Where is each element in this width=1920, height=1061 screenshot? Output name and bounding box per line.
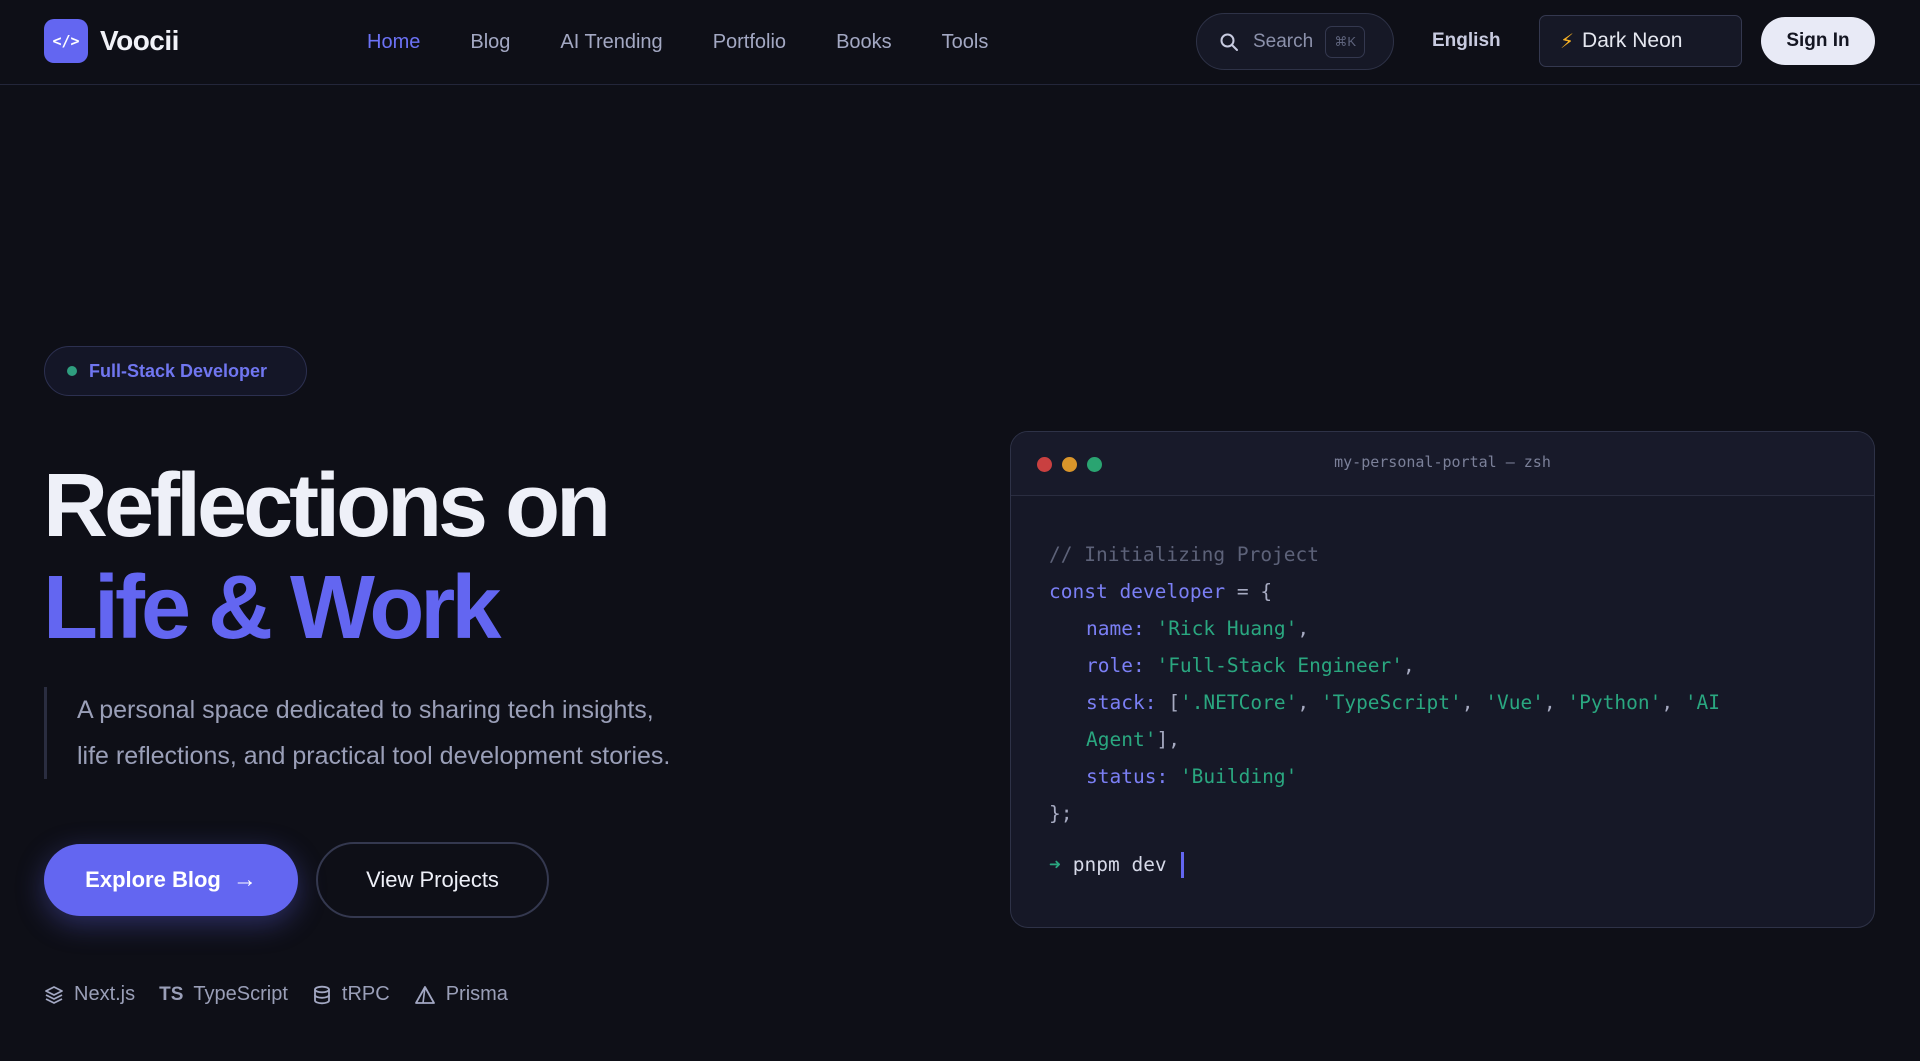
nav-item-portfolio[interactable]: Portfolio [713,31,786,54]
code-string: 'Rick Huang' [1156,617,1298,640]
tech-item-trpc: tRPC [312,983,390,1006]
code-line-stack-wrap: Agent'], [1086,728,1180,751]
code-string: 'AI [1684,691,1721,714]
nav-item-home[interactable]: Home [367,31,420,54]
typescript-icon: TS [159,983,184,1005]
code-line-status: status: 'Building' [1049,758,1836,795]
language-switcher[interactable]: English [1432,30,1501,52]
tech-label: Next.js [74,983,136,1005]
code-punctuation: = { [1225,580,1273,603]
code-icon: </> [44,19,88,63]
description-line-2: life reflections, and practical tool dev… [77,742,671,770]
top-navigation-bar: </> Voocii Home Blog AI Trending Portfol… [0,0,1920,85]
sign-in-button[interactable]: Sign In [1761,17,1875,65]
code-line-role: role: 'Full-Stack Engineer', [1086,654,1415,677]
explore-blog-label: Explore Blog [85,867,221,892]
code-key: name: [1086,617,1145,640]
code-string: 'Python' [1567,691,1662,714]
code-string: Agent' [1086,728,1157,751]
main-nav: Home Blog AI Trending Portfolio Books To… [367,0,1038,84]
code-key: role: [1086,654,1145,677]
code-line-close: }; [1049,802,1073,825]
tech-item-prisma: Prisma [414,983,508,1006]
tech-label: TypeScript [193,983,288,1005]
hero-headline: Reflections on Life & Work [43,455,611,659]
code-comment: // Initializing Project [1049,543,1320,566]
role-badge: Full-Stack Developer [44,346,307,396]
nav-item-books[interactable]: Books [836,31,892,54]
terminal-code: // Initializing Project const developer … [1011,496,1874,923]
tech-item-typescript: TS TypeScript [159,983,288,1006]
prompt-arrow-icon: ➜ [1049,853,1061,876]
keyboard-shortcut-badge: ⌘K [1325,25,1366,58]
code-string: 'Vue' [1485,691,1544,714]
text-cursor [1180,851,1184,878]
lightning-icon: ⚡ [1560,30,1575,53]
nav-item-ai-trending[interactable]: AI Trending [560,31,662,54]
code-string: 'TypeScript' [1320,691,1462,714]
code-string: 'Full-Stack Engineer' [1156,654,1403,677]
nav-item-blog[interactable]: Blog [470,31,510,54]
view-projects-button[interactable]: View Projects [316,842,549,918]
code-key: status: [1086,765,1169,788]
code-line-name: name: 'Rick Huang', [1086,617,1310,640]
status-dot-icon [67,366,77,376]
brand-name: Voocii [100,25,179,56]
tech-item-nextjs: Next.js [44,983,135,1006]
code-keyword: const [1049,580,1108,603]
terminal-title-bar: my-personal-portal — zsh [1011,432,1874,496]
brand[interactable]: </> Voocii [44,19,179,63]
search-label: Search [1253,30,1314,52]
tech-stack-list: Next.js TS TypeScript tRPC Prisma [44,983,532,1006]
code-line-declaration: const developer = { [1049,573,1836,610]
theme-selector[interactable]: ⚡ Dark Neon [1539,15,1742,67]
code-line-stack: stack: ['.NETCore', 'TypeScript', 'Vue',… [1086,691,1721,714]
role-badge-label: Full-Stack Developer [89,360,268,381]
headline-line-1: Reflections on [43,456,611,556]
tech-label: tRPC [341,983,390,1005]
explore-blog-button[interactable]: Explore Blog → [44,844,298,916]
description-line-1: A personal space dedicated to sharing te… [77,696,654,724]
theme-label: Dark Neon [1582,29,1683,52]
code-string: 'Building' [1179,765,1298,788]
code-key: stack: [1086,691,1157,714]
layers-icon [44,985,64,1005]
triangle-icon [414,985,436,1005]
hero-description: A personal space dedicated to sharing te… [44,687,744,779]
tech-label: Prisma [445,983,508,1005]
database-icon [312,985,332,1005]
terminal-window: my-personal-portal — zsh // Initializing… [1010,431,1875,928]
code-string: '.NETCore' [1179,691,1298,714]
code-identifier: developer [1119,580,1226,603]
prompt-command: pnpm dev [1072,853,1167,876]
search-icon [1219,32,1239,52]
terminal-prompt[interactable]: ➜ pnpm dev [1049,846,1836,883]
terminal-title: my-personal-portal — zsh [1334,453,1551,471]
arrow-right-icon: → [232,866,257,893]
headline-line-2: Life & Work [43,558,501,658]
search-button[interactable]: Search ⌘K [1196,13,1394,70]
nav-item-tools[interactable]: Tools [942,31,989,54]
